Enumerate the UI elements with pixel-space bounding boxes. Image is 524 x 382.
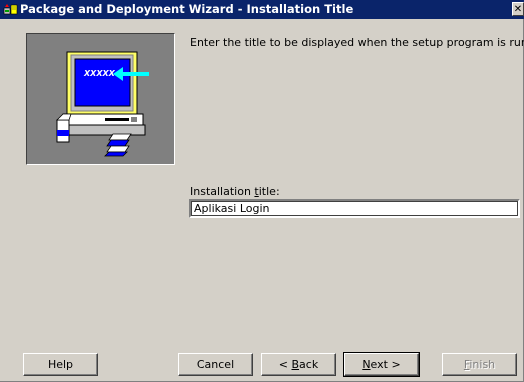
next-access-key: N	[362, 357, 371, 371]
next-suffix: ext >	[370, 357, 401, 371]
instruction-text: Enter the title to be displayed when the…	[190, 36, 524, 49]
finish-button[interactable]: Finish	[442, 353, 517, 376]
next-button[interactable]: Next >	[343, 352, 420, 377]
close-button[interactable]: ✕	[512, 2, 524, 16]
computer-setup-illustration-icon: XXXXX	[56, 51, 149, 157]
title-bar[interactable]: Package and Deployment Wizard - Installa…	[0, 0, 524, 19]
cancel-button[interactable]: Cancel	[178, 353, 253, 376]
help-button[interactable]: Help	[23, 353, 98, 376]
package-wizard-icon	[3, 4, 18, 15]
back-suffix: ack	[299, 357, 319, 371]
installation-title-label: Installation title:	[190, 185, 280, 198]
wizard-dialog: Package and Deployment Wizard - Installa…	[0, 0, 524, 382]
label-prefix: Installation	[190, 185, 255, 198]
back-button[interactable]: < Back	[261, 353, 336, 376]
installation-title-input[interactable]	[189, 199, 520, 218]
finish-suffix: inish	[469, 357, 496, 371]
screen-text: XXXXX	[83, 69, 116, 78]
wizard-illustration: XXXXX	[26, 33, 175, 165]
back-prefix: <	[278, 357, 292, 371]
close-icon: ✕	[513, 4, 523, 15]
help-label: Help	[47, 357, 74, 371]
window-title: Package and Deployment Wizard - Installa…	[20, 2, 354, 16]
back-access-key: B	[291, 357, 300, 371]
cancel-label: Cancel	[196, 357, 235, 371]
label-suffix: itle:	[258, 185, 280, 198]
